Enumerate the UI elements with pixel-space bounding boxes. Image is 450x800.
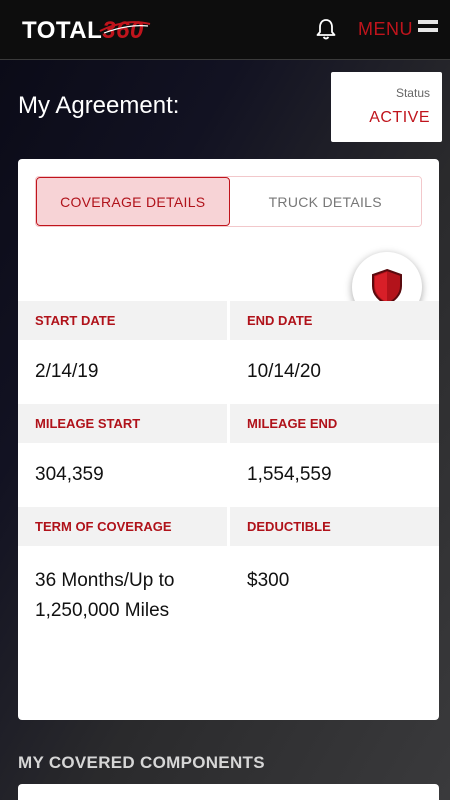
top-navigation-bar: TOTAL360 MENU [0,0,450,60]
term-line-2: 1,250,000 Miles [35,600,170,621]
hamburger-menu-icon[interactable] [418,20,438,36]
start-date-label: START DATE [18,301,227,340]
tab-coverage-details[interactable]: COVERAGE DETAILS [36,177,230,226]
page-title: My Agreement: [18,92,180,119]
hamburger-line [418,28,438,32]
table-row: START DATE END DATE [18,301,439,340]
agreement-details-card: COVERAGE DETAILS TRUCK DETAILS START DAT… [18,159,439,720]
start-date-value: 2/14/19 [35,361,99,382]
bell-icon[interactable] [315,17,337,41]
details-tab-bar: COVERAGE DETAILS TRUCK DETAILS [35,176,422,227]
mileage-end-label: MILEAGE END [230,404,439,443]
covered-components-card [18,784,439,800]
covered-components-heading: MY COVERED COMPONENTS [18,753,265,772]
table-row: 36 Months/Up to 1,250,000 Miles $300 [18,546,439,646]
table-row: 2/14/19 10/14/20 [18,340,439,404]
table-row: 304,359 1,554,559 [18,443,439,507]
deductible-value: $300 [247,570,290,591]
deductible-label: DEDUCTIBLE [230,507,439,546]
table-row: TERM OF COVERAGE DEDUCTIBLE [18,507,439,546]
term-of-coverage-label: TERM OF COVERAGE [18,507,227,546]
status-badge: ACTIVE [369,109,430,126]
mileage-end-value: 1,554,559 [247,464,332,485]
end-date-value: 10/14/20 [247,361,321,382]
tab-truck-details[interactable]: TRUCK DETAILS [229,177,421,226]
hamburger-line [418,20,438,24]
coverage-details-grid: START DATE END DATE 2/14/19 10/14/20 MIL… [18,301,439,646]
mileage-start-value: 304,359 [35,464,104,485]
menu-button[interactable]: MENU [358,19,413,40]
logo-text: TOTAL [22,17,103,44]
end-date-label: END DATE [230,301,439,340]
term-of-coverage-value: 36 Months/Up to 1,250,000 Miles [18,546,230,626]
table-row: MILEAGE START MILEAGE END [18,404,439,443]
status-label: Status [395,86,430,100]
mileage-start-label: MILEAGE START [18,404,227,443]
status-panel: Status ACTIVE [331,72,442,142]
term-line-1: 36 Months/Up to [35,570,175,591]
logo-swoosh-icon [99,21,151,34]
